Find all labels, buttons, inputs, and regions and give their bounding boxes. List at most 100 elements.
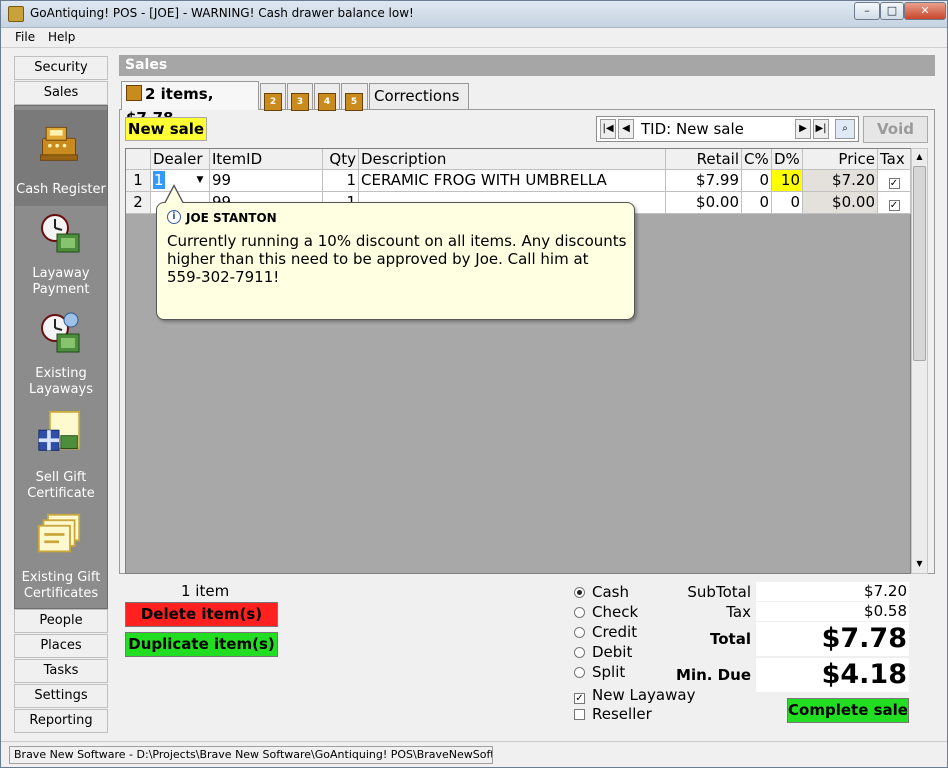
sale-bag-icon: 3 — [291, 93, 309, 111]
scroll-up-icon[interactable]: ▲ — [913, 150, 926, 164]
row-number[interactable]: 2 — [126, 192, 151, 214]
nav-item-existing-gift-certificates[interactable]: Existing Gift Certificates — [15, 510, 107, 606]
first-record-button[interactable]: |◀ — [600, 119, 616, 139]
description-cell[interactable]: CERAMIC FROG WITH UMBRELLA — [359, 170, 666, 192]
nav-security[interactable]: Security — [14, 56, 108, 80]
tab-corrections[interactable]: Corrections — [369, 83, 469, 109]
nav-item-layaway-payment[interactable]: Layaway Payment — [15, 210, 107, 306]
col-header-price[interactable]: Price — [803, 149, 878, 170]
col-header-dealer[interactable]: Dealer — [151, 149, 210, 170]
duplicate-items-button[interactable]: Duplicate item(s) — [125, 632, 278, 657]
tab-sale-5[interactable]: 5 — [341, 83, 368, 111]
reseller-checkbox[interactable]: Reseller — [574, 705, 652, 723]
radio-icon — [574, 607, 585, 618]
nav-item-existing-layaways[interactable]: Existing Layaways — [15, 310, 107, 406]
col-header-dpct[interactable]: D% — [772, 149, 803, 170]
payment-debit-radio[interactable]: Debit — [574, 643, 632, 661]
retail-cell[interactable]: $7.99 — [666, 170, 742, 192]
min-due-value: $4.18 — [756, 658, 909, 692]
sale-bag-icon: 4 — [318, 93, 336, 111]
nav-reporting[interactable]: Reporting — [14, 709, 108, 733]
first-icon: |◀ — [602, 123, 614, 134]
qty-cell[interactable]: 1 — [323, 170, 359, 192]
col-header-tax[interactable]: Tax — [878, 149, 911, 170]
nav-item-label: Payment — [32, 282, 90, 297]
tab-sale-4[interactable]: 4 — [314, 83, 340, 111]
radio-label: Check — [592, 603, 639, 621]
search-button[interactable]: ⌕ — [835, 119, 855, 139]
scroll-thumb[interactable] — [913, 166, 926, 361]
payment-check-radio[interactable]: Check — [574, 603, 638, 621]
tax-check: ✓ — [888, 178, 900, 189]
close-icon: ✕ — [920, 4, 930, 17]
existing-layaways-icon — [41, 312, 80, 353]
transaction-id: TID: New sale — [641, 120, 744, 138]
new-layaway-checkbox[interactable]: ✓ New Layaway — [574, 686, 695, 704]
cpct-cell[interactable]: 0 — [742, 170, 772, 192]
maximize-icon: □ — [886, 4, 898, 17]
minimize-button[interactable]: – — [854, 2, 880, 20]
col-header-qty[interactable]: Qty — [323, 149, 359, 170]
col-header-description[interactable]: Description — [359, 149, 666, 170]
dpct-cell[interactable]: 10 — [772, 170, 803, 192]
menu-file[interactable]: File — [15, 30, 35, 44]
tab-sale-2[interactable]: 2 — [260, 83, 286, 111]
tab-sale-3[interactable]: 3 — [287, 83, 313, 111]
sale-bag-icon: 5 — [345, 93, 363, 111]
checkbox-label: New Layaway — [592, 686, 696, 704]
nav-settings[interactable]: Settings — [14, 684, 108, 708]
transaction-navigator: |◀ ◀ TID: New sale ▶ ▶| ⌕ — [596, 116, 859, 142]
grid-scrollbar[interactable]: ▲ ▼ — [911, 148, 928, 574]
tax-checkbox[interactable]: ✓ — [878, 192, 911, 214]
last-record-button[interactable]: ▶| — [813, 119, 829, 139]
col-header-itemid[interactable]: ItemID — [210, 149, 323, 170]
maximize-button[interactable]: □ — [880, 2, 904, 20]
row-number[interactable]: 1 — [126, 170, 151, 192]
layaway-payment-icon — [41, 214, 80, 253]
nav-sales[interactable]: Sales — [14, 81, 108, 105]
status-bar: Brave New Software - D:\Projects\Brave N… — [1, 741, 947, 767]
radio-label: Credit — [592, 623, 638, 641]
tax-check: ✓ — [888, 200, 900, 211]
tab-current-sale[interactable]: 2 items, $7.78 — [121, 81, 259, 127]
itemid-cell[interactable]: 99 — [210, 170, 323, 192]
menu-bar: File Help — [1, 28, 947, 48]
dpct-cell[interactable]: 0 — [772, 192, 803, 214]
new-sale-button[interactable]: New sale — [125, 117, 207, 141]
total-label: Total — [710, 630, 751, 648]
payment-cash-radio[interactable]: Cash — [574, 583, 629, 601]
radio-label: Debit — [592, 643, 633, 661]
nav-item-label: Existing Gift — [21, 570, 101, 585]
sales-nav-panel: Cash Register Layaway Payment Existing L… — [14, 105, 108, 609]
prev-record-button[interactable]: ◀ — [618, 119, 634, 139]
nav-people[interactable]: People — [14, 609, 108, 633]
tax-checkbox[interactable]: ✓ — [878, 170, 911, 192]
nav-places[interactable]: Places — [14, 634, 108, 658]
dealer-tooltip: i JOE STANTON Currently running a 10% di… — [156, 202, 635, 320]
nav-item-label: Layaway — [32, 266, 90, 281]
cpct-cell[interactable]: 0 — [742, 192, 772, 214]
col-header-retail[interactable]: Retail — [666, 149, 742, 170]
menu-help[interactable]: Help — [48, 30, 75, 44]
col-header-cpct[interactable]: C% — [742, 149, 772, 170]
complete-sale-button[interactable]: Complete sale — [787, 698, 909, 723]
nav-item-cash-register[interactable]: Cash Register — [15, 110, 107, 206]
section-title: Sales — [119, 55, 935, 76]
nav-item-sell-gift-certificate[interactable]: Sell Gift Certificate — [15, 410, 107, 506]
next-record-button[interactable]: ▶ — [795, 119, 811, 139]
nav-item-label: Certificate — [27, 486, 95, 501]
radio-icon — [574, 627, 585, 638]
delete-items-button[interactable]: Delete item(s) — [125, 602, 278, 627]
checkbox-checked-icon: ✓ — [574, 693, 585, 704]
void-button[interactable]: Void — [863, 116, 928, 143]
payment-credit-radio[interactable]: Credit — [574, 623, 637, 641]
payment-split-radio[interactable]: Split — [574, 663, 625, 681]
nav-tasks[interactable]: Tasks — [14, 659, 108, 683]
close-button[interactable]: ✕ — [904, 2, 946, 20]
dealer-value: 1 — [153, 171, 165, 189]
retail-cell[interactable]: $0.00 — [666, 192, 742, 214]
nav-item-label: Sell Gift — [35, 470, 87, 485]
chevron-down-icon[interactable]: ▼ — [193, 173, 207, 187]
scroll-down-icon[interactable]: ▼ — [913, 557, 926, 571]
radio-label: Cash — [592, 583, 629, 601]
